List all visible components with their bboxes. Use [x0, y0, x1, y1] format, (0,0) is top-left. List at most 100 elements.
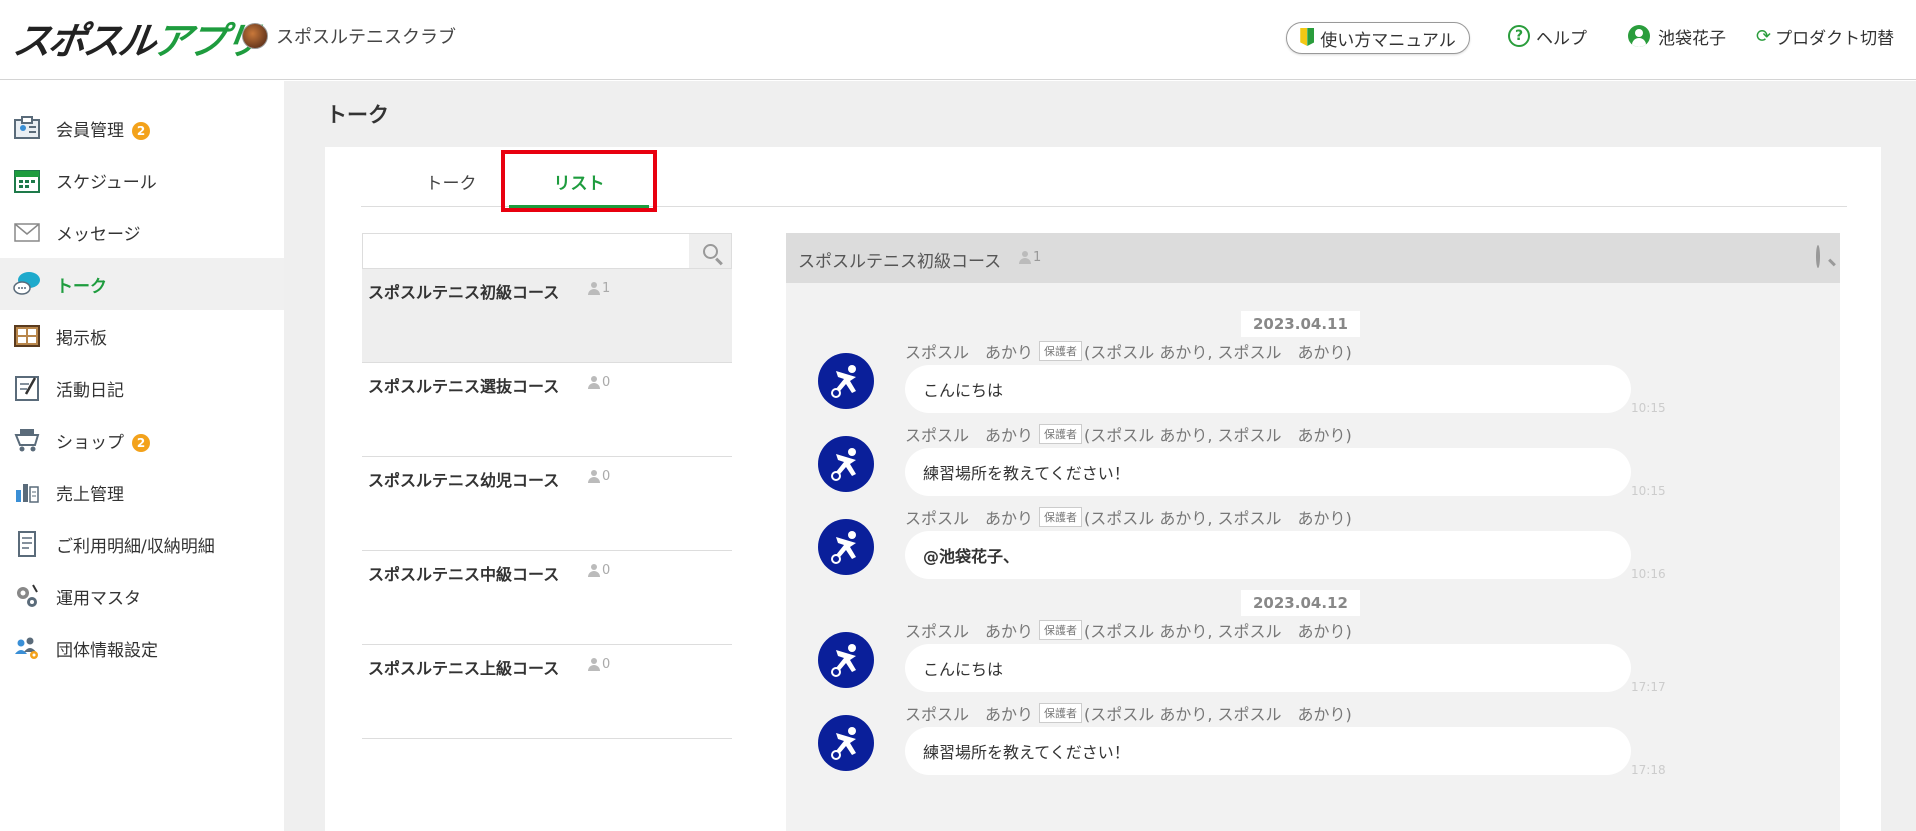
receipt-icon [13, 530, 41, 558]
message-time: 10:16 [1631, 567, 1666, 581]
sender-role-tag: 保護者 [1039, 620, 1083, 640]
soccer-player-icon [831, 365, 856, 398]
search-icon [702, 243, 718, 259]
help-icon: ? [1508, 25, 1530, 47]
chat-message: スポスル あかり 保護者 (スポスル あかり, スポスル あかり) 練習場所を教えて… [786, 701, 1840, 781]
sidebar-item-diary[interactable]: 活動日記 [0, 362, 284, 414]
sidebar-item-schedule[interactable]: スケジュール [0, 154, 284, 206]
sidebar-item-talk[interactable]: トーク [0, 258, 284, 310]
user-menu[interactable]: 池袋花子 [1628, 20, 1726, 52]
soccer-player-icon [831, 727, 856, 760]
members-icon [1019, 251, 1031, 264]
room-list-item[interactable]: スポスルテニス中級コース 0 [362, 551, 732, 645]
chat-panel: スポスルテニス初級コース 1 2023.04.11 スポスル あかり 保護者 (スポ… [786, 233, 1840, 831]
chat-icon [13, 270, 41, 298]
sender-name: スポスル あかり [905, 343, 1034, 362]
sidebar-item-label: トーク [56, 276, 107, 297]
sidebar-item-group-settings[interactable]: 団体情報設定 [0, 622, 284, 674]
message-sender: スポスル あかり 保護者 (スポスル あかり, スポスル あかり) [905, 618, 1352, 642]
message-time: 17:18 [1631, 763, 1666, 777]
cart-icon [13, 426, 41, 454]
chat-search-button[interactable] [1816, 245, 1820, 268]
page-title: トーク [326, 103, 389, 127]
room-name: スポスルテニス中級コース [368, 565, 560, 584]
room-count-value: 1 [602, 281, 611, 296]
members-icon [588, 658, 600, 671]
manual-button[interactable]: 使い方マニュアル [1286, 22, 1470, 54]
sender-detail: (スポスル あかり, スポスル あかり) [1084, 509, 1352, 528]
room-search-input[interactable] [362, 233, 732, 269]
manual-button-label: 使い方マニュアル [1320, 30, 1456, 51]
room-count-value: 0 [602, 563, 611, 578]
room-name: スポスルテニス初級コース [368, 283, 560, 302]
envelope-icon [13, 218, 41, 246]
sidebar-item-master[interactable]: 運用マスタ [0, 570, 284, 622]
message-sender: スポスル あかり 保護者 (スポスル あかり, スポスル あかり) [905, 505, 1352, 529]
room-list-item[interactable]: スポスルテニス上級コース 0 [362, 645, 732, 739]
sender-name: スポスル あかり [905, 509, 1034, 528]
sender-name: スポスル あかり [905, 426, 1034, 445]
sender-detail: (スポスル あかり, スポスル あかり) [1084, 343, 1352, 362]
sidebar-item-shop[interactable]: ショップ 2 [0, 414, 284, 466]
sender-detail: (スポスル あかり, スポスル あかり) [1084, 426, 1352, 445]
sidebar-item-label: 活動日記 [56, 380, 124, 401]
group-settings-icon [13, 634, 41, 662]
members-icon [588, 564, 600, 577]
user-name: 池袋花子 [1658, 28, 1726, 49]
club-name: スポスルテニスクラブ [276, 27, 456, 48]
message-bubble: こんにちは [905, 644, 1631, 692]
tab-talk[interactable]: トーク [401, 163, 501, 199]
room-count-value: 0 [602, 657, 611, 672]
sender-name: スポスル あかり [905, 622, 1034, 641]
soccer-player-icon [831, 448, 856, 481]
chat-room-title: スポスルテニス初級コース [798, 252, 1002, 272]
talk-card: トーク リスト スポスルテニス初級コース 1 スポスルテニス選抜コース 0 スポ… [325, 147, 1881, 831]
avatar[interactable] [818, 632, 874, 688]
member-icon [13, 114, 41, 142]
chat-message: スポスル あかり 保護者 (スポスル あかり, スポスル あかり) こんにちは 10… [786, 339, 1840, 419]
room-list-item[interactable]: スポスルテニス選抜コース 0 [362, 363, 732, 457]
sales-icon [13, 478, 41, 506]
message-sender: スポスル あかり 保護者 (スポスル あかり, スポスル あかり) [905, 701, 1352, 725]
members-icon [588, 376, 600, 389]
room-count-value: 0 [602, 469, 611, 484]
club-switcher[interactable]: スポスルテニスクラブ [242, 22, 456, 50]
sidebar-item-messages[interactable]: メッセージ [0, 206, 284, 258]
chat-message: スポスル あかり 保護者 (スポスル あかり, スポスル あかり) 練習場所を教えて… [786, 422, 1840, 502]
sender-role-tag: 保護者 [1039, 507, 1083, 527]
avatar[interactable] [818, 715, 874, 771]
app-header: スポスル アプリ スポスルテニスクラブ 使い方マニュアル ? ヘルプ 池袋花子 ⟳… [0, 0, 1916, 80]
sender-role-tag: 保護者 [1039, 424, 1083, 444]
help-label: ヘルプ [1536, 28, 1587, 49]
tab-list-highlight-box [501, 150, 657, 212]
room-search-button[interactable] [689, 234, 731, 268]
avatar[interactable] [818, 519, 874, 575]
message-bubble: @池袋花子、 [905, 531, 1631, 579]
chat-message: スポスル あかり 保護者 (スポスル あかり, スポスル あかり) @池袋花子、 1… [786, 505, 1840, 585]
avatar[interactable] [818, 436, 874, 492]
message-bubble: 練習場所を教えてください！ [905, 727, 1631, 775]
help-link[interactable]: ? ヘルプ [1508, 20, 1587, 52]
app-logo[interactable]: スポスル アプリ [10, 14, 262, 63]
avatar[interactable] [818, 353, 874, 409]
diary-icon [13, 374, 41, 402]
message-sender: スポスル あかり 保護者 (スポスル あかり, スポスル あかり) [905, 339, 1352, 363]
message-time: 10:15 [1631, 484, 1666, 498]
sidebar: 会員管理 2 スケジュール メッセージ トーク 掲示板 活動日記 ショップ 2 [0, 81, 284, 831]
sidebar-item-sales[interactable]: 売上管理 [0, 466, 284, 518]
sidebar-item-receipts[interactable]: ご利用明細/収納明細 [0, 518, 284, 570]
room-member-count: 0 [588, 375, 610, 390]
product-switch-link[interactable]: ⟳ プロダクト切替 [1756, 20, 1894, 52]
sidebar-item-members[interactable]: 会員管理 2 [0, 102, 284, 154]
soccer-player-icon [831, 644, 856, 677]
sender-name: スポスル あかり [905, 705, 1034, 724]
sidebar-item-label: 会員管理 [56, 120, 124, 141]
room-name: スポスルテニス上級コース [368, 659, 560, 678]
sidebar-item-bulletin[interactable]: 掲示板 [0, 310, 284, 362]
room-list-item[interactable]: スポスルテニス初級コース 1 [362, 269, 732, 363]
message-bubble: こんにちは [905, 365, 1631, 413]
members-icon [588, 282, 600, 295]
room-list-item[interactable]: スポスルテニス幼児コース 0 [362, 457, 732, 551]
bulletin-board-icon [13, 322, 41, 350]
club-avatar-icon [242, 23, 268, 49]
